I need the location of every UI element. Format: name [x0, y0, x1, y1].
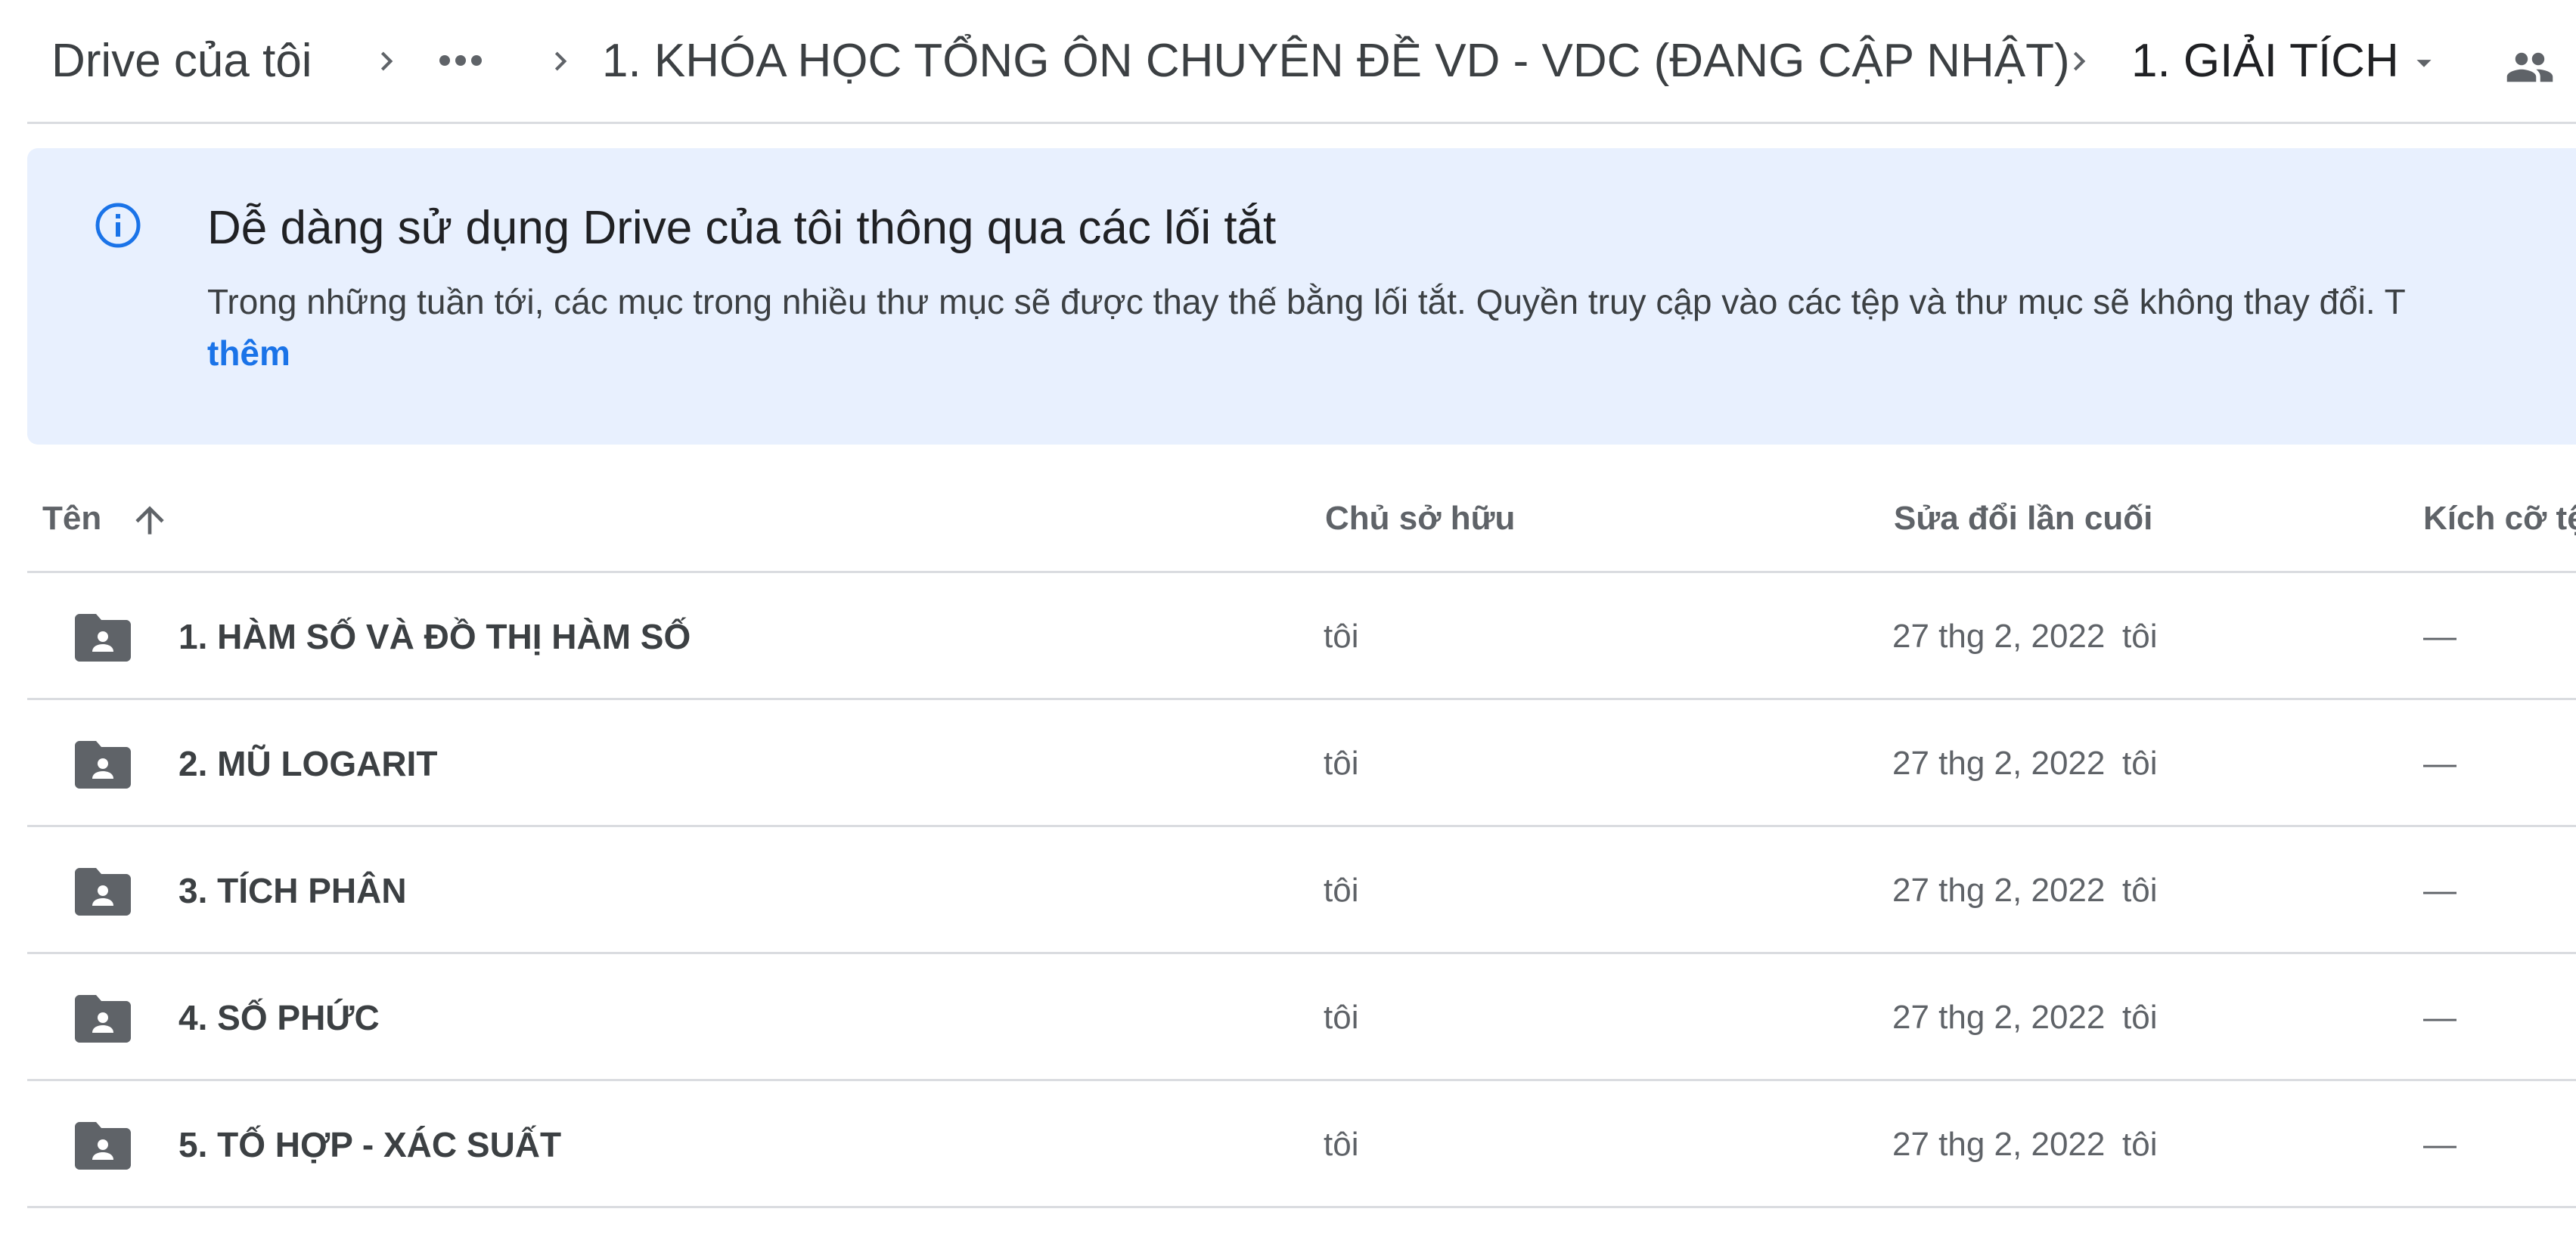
- file-modified-by: tôi: [2122, 872, 2158, 909]
- people-icon[interactable]: [2505, 42, 2555, 92]
- table-row[interactable]: 1. HÀM SỐ VÀ ĐỒ THỊ HÀM SỐ tôi 27 thg 2,…: [27, 573, 2576, 700]
- column-header-owner[interactable]: Chủ sở hữu: [1325, 497, 1515, 540]
- file-name: 2. MŨ LOGARIT: [178, 744, 438, 783]
- breadcrumb-course[interactable]: 1. KHÓA HỌC TỔNG ÔN CHUYÊN ĐỀ VD - VDC (…: [591, 27, 2081, 95]
- file-owner: tôi: [1324, 872, 1359, 909]
- file-list-header: Tên Chủ sở hữu Sửa đổi lần cuối Kích cỡ …: [27, 454, 2576, 573]
- file-name: 1. HÀM SỐ VÀ ĐỒ THỊ HÀM SỐ: [178, 617, 691, 656]
- table-row[interactable]: 4. SỐ PHỨC tôi 27 thg 2, 2022 tôi —: [27, 954, 2576, 1081]
- breadcrumb: Drive của tôi 1. KHÓA HỌC TỔNG ÔN CHUYÊN…: [27, 0, 2576, 124]
- shared-folder-icon: [74, 738, 132, 789]
- file-name: 4. SỐ PHỨC: [178, 998, 380, 1037]
- breadcrumb-current-folder[interactable]: 1. GIẢI TÍCH: [2121, 27, 2410, 95]
- file-owner: tôi: [1324, 618, 1359, 655]
- file-name: 5. TỐ HỢP - XÁC SUẤT: [178, 1125, 562, 1164]
- chevron-right-icon: [542, 42, 579, 80]
- file-size: —: [2423, 618, 2457, 655]
- file-name: 3. TÍCH PHÂN: [178, 871, 407, 910]
- file-modified-date: 27 thg 2, 2022: [1892, 745, 2106, 782]
- shared-folder-icon: [74, 611, 132, 662]
- file-size: —: [2423, 745, 2457, 782]
- column-header-modified[interactable]: Sửa đổi lần cuối: [1894, 497, 2152, 540]
- banner-body: Trong những tuần tới, các mục trong nhiề…: [207, 282, 2406, 321]
- banner-title: Dễ dàng sử dụng Drive của tôi thông qua …: [207, 202, 1277, 254]
- arrow-drop-down-icon[interactable]: [2407, 45, 2441, 80]
- file-owner: tôi: [1324, 999, 1359, 1036]
- chevron-right-icon: [368, 42, 405, 80]
- banner-learn-more-link[interactable]: thêm: [207, 327, 290, 380]
- chevron-right-icon: [2060, 42, 2098, 80]
- file-modified-date: 27 thg 2, 2022: [1892, 1126, 2106, 1163]
- table-row[interactable]: 2. MŨ LOGARIT tôi 27 thg 2, 2022 tôi —: [27, 700, 2576, 827]
- shared-folder-icon: [74, 865, 132, 916]
- more-horiz-icon[interactable]: [434, 38, 487, 83]
- column-header-name[interactable]: Tên: [42, 497, 101, 540]
- arrow-upward-icon[interactable]: [129, 499, 171, 541]
- file-modified-date: 27 thg 2, 2022: [1892, 872, 2106, 909]
- breadcrumb-root[interactable]: Drive của tôi: [41, 27, 323, 95]
- file-size: —: [2423, 1126, 2457, 1163]
- shared-folder-icon: [74, 992, 132, 1043]
- column-header-size[interactable]: Kích cỡ tệ: [2423, 497, 2576, 540]
- file-modified-by: tôi: [2122, 1126, 2158, 1163]
- info-icon: [94, 201, 142, 250]
- file-modified-date: 27 thg 2, 2022: [1892, 618, 2106, 655]
- file-modified-by: tôi: [2122, 745, 2158, 782]
- table-row[interactable]: 5. TỐ HỢP - XÁC SUẤT tôi 27 thg 2, 2022 …: [27, 1081, 2576, 1208]
- file-modified-by: tôi: [2122, 618, 2158, 655]
- file-modified-by: tôi: [2122, 999, 2158, 1036]
- shared-folder-icon: [74, 1119, 132, 1170]
- file-owner: tôi: [1324, 1126, 1359, 1163]
- table-row[interactable]: 3. TÍCH PHÂN tôi 27 thg 2, 2022 tôi —: [27, 827, 2576, 954]
- file-modified-date: 27 thg 2, 2022: [1892, 999, 2106, 1036]
- file-owner: tôi: [1324, 745, 1359, 782]
- file-size: —: [2423, 999, 2457, 1036]
- shortcuts-info-banner: Dễ dàng sử dụng Drive của tôi thông qua …: [27, 148, 2576, 445]
- drive-page: Drive của tôi 1. KHÓA HỌC TỔNG ÔN CHUYÊN…: [0, 0, 2576, 1246]
- file-size: —: [2423, 872, 2457, 909]
